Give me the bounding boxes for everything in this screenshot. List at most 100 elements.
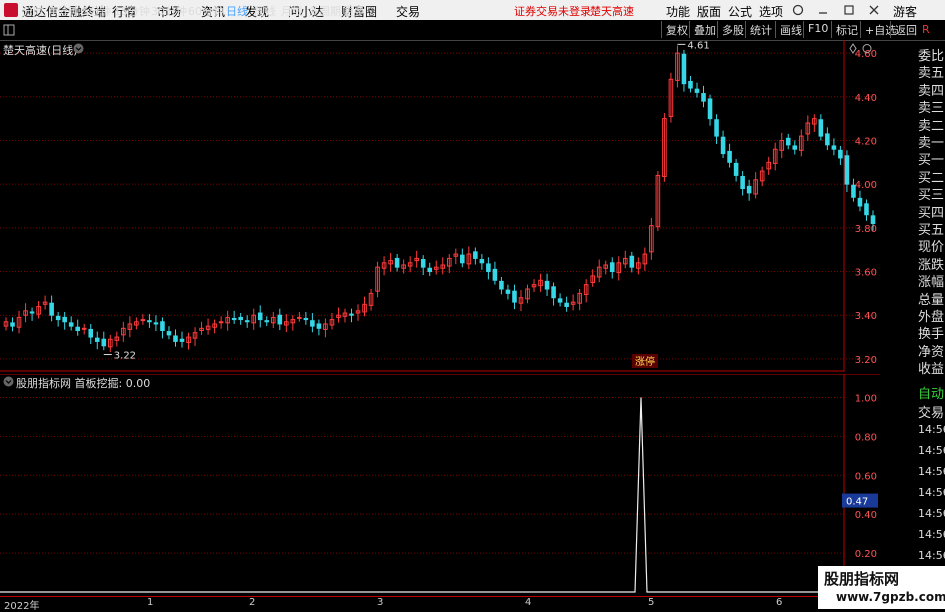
candle-body: [264, 320, 270, 323]
candle: [466, 246, 472, 270]
quote-label: 涨跌: [918, 257, 945, 273]
period-5min[interactable]: 5分钟: [82, 3, 111, 19]
candle: [427, 262, 433, 276]
period-weekly[interactable]: 周线: [254, 3, 276, 19]
candle: [740, 171, 745, 196]
tick-time: 14:56: [918, 549, 945, 562]
candle: [694, 82, 700, 98]
candle-body: [694, 88, 700, 93]
indicator-chart[interactable]: 1.00 0.80 0.60 0.40 0.20 0.47: [0, 374, 880, 596]
candle: [668, 72, 674, 123]
candle-body: [544, 280, 550, 290]
trade-label[interactable]: 交易: [918, 402, 944, 421]
candle-body: [81, 327, 87, 330]
candle: [596, 259, 602, 283]
candle: [290, 315, 296, 331]
candle-body: [173, 335, 178, 342]
candle-body: [218, 321, 224, 324]
candle: [649, 218, 654, 260]
statistics-button[interactable]: 统计: [745, 21, 776, 38]
chart-options-icon[interactable]: [849, 43, 873, 54]
quote-label: 买三: [918, 188, 945, 204]
candle-body: [707, 98, 713, 120]
candlestick-chart[interactable]: 4.604.404.204.003.803.603.403.204.613.22…: [0, 40, 880, 372]
candle-body: [179, 338, 185, 342]
candle: [766, 156, 771, 175]
candle-body: [257, 312, 263, 321]
candle-body: [166, 331, 172, 336]
indicator-menu-chevron-icon[interactable]: [3, 376, 14, 387]
auto-trade-label[interactable]: 自动: [918, 383, 944, 402]
candle-body: [29, 311, 35, 314]
candle: [355, 304, 361, 321]
candle: [486, 257, 491, 280]
candle: [264, 316, 270, 327]
candle: [23, 303, 28, 323]
login-warning[interactable]: 证券交易未登录: [514, 3, 591, 19]
candle-body: [733, 162, 739, 176]
period-more[interactable]: 更多 ›: [343, 3, 373, 19]
period-30min[interactable]: 30分钟: [151, 3, 187, 19]
draw-line-button[interactable]: 画线: [775, 21, 806, 38]
candle-body: [818, 119, 824, 137]
adjust-button[interactable]: 复权: [661, 21, 692, 38]
period-daily[interactable]: 日线: [226, 3, 248, 19]
candle: [838, 145, 843, 165]
overlay-button[interactable]: 叠加: [689, 21, 720, 38]
candle: [655, 171, 661, 232]
candle: [55, 311, 61, 327]
candle: [512, 284, 517, 310]
layout-button[interactable]: 版面: [697, 3, 721, 20]
candle: [492, 261, 498, 285]
close-icon[interactable]: [868, 4, 880, 16]
maximize-icon[interactable]: [843, 4, 855, 16]
period-multi[interactable]: 多周期: [308, 3, 341, 19]
multi-stock-button[interactable]: 多股: [717, 21, 748, 38]
menu-item-jiaoyi[interactable]: 交易: [396, 3, 420, 20]
candle: [622, 250, 628, 269]
candle: [688, 76, 693, 93]
candle: [270, 311, 276, 329]
options-button[interactable]: 选项: [759, 3, 783, 20]
candle-body: [681, 53, 687, 85]
function-button[interactable]: 功能: [666, 3, 690, 20]
candle: [394, 254, 400, 272]
candle: [284, 314, 289, 333]
back-button[interactable]: 返回: [890, 21, 921, 38]
candle: [88, 323, 94, 345]
candle-body: [140, 319, 146, 322]
y-tick-label: 0.80: [855, 432, 877, 443]
quote-label: 卖五: [918, 66, 945, 82]
date-label: 4: [525, 597, 532, 608]
y-tick-label: 4.00: [855, 180, 877, 191]
guest-user[interactable]: 游客: [893, 3, 917, 20]
mark-button[interactable]: 标记: [831, 21, 862, 38]
quote-label: 收益: [918, 362, 945, 378]
expand-sidebar-icon[interactable]: [3, 24, 15, 36]
candle: [499, 276, 504, 295]
period-15min[interactable]: 15分钟: [114, 3, 150, 19]
minimize-icon[interactable]: [817, 4, 829, 16]
f10-button[interactable]: F10: [803, 21, 832, 38]
period-fenshi[interactable]: 分时: [22, 3, 44, 19]
candle: [257, 305, 263, 328]
candle-body: [785, 137, 791, 146]
candle: [707, 94, 713, 126]
formula-button[interactable]: 公式: [728, 3, 752, 20]
candle: [831, 138, 837, 156]
period-60min[interactable]: 60分钟: [188, 3, 224, 19]
period-monthly[interactable]: 月线: [281, 3, 303, 19]
refresh-icon[interactable]: [792, 4, 804, 16]
candle: [473, 247, 478, 265]
period-1min[interactable]: 1分钟: [50, 3, 79, 19]
date-label: 1: [147, 597, 154, 608]
zt-tag: 涨停: [635, 355, 655, 368]
candle-body: [609, 262, 615, 273]
candle: [68, 316, 74, 331]
candle: [225, 310, 230, 331]
candle-body: [486, 263, 491, 273]
chart-menu-chevron-icon[interactable]: [73, 43, 84, 54]
quote-label: 涨幅: [918, 275, 945, 291]
candle: [160, 317, 165, 339]
quote-label: 买二: [918, 170, 945, 186]
